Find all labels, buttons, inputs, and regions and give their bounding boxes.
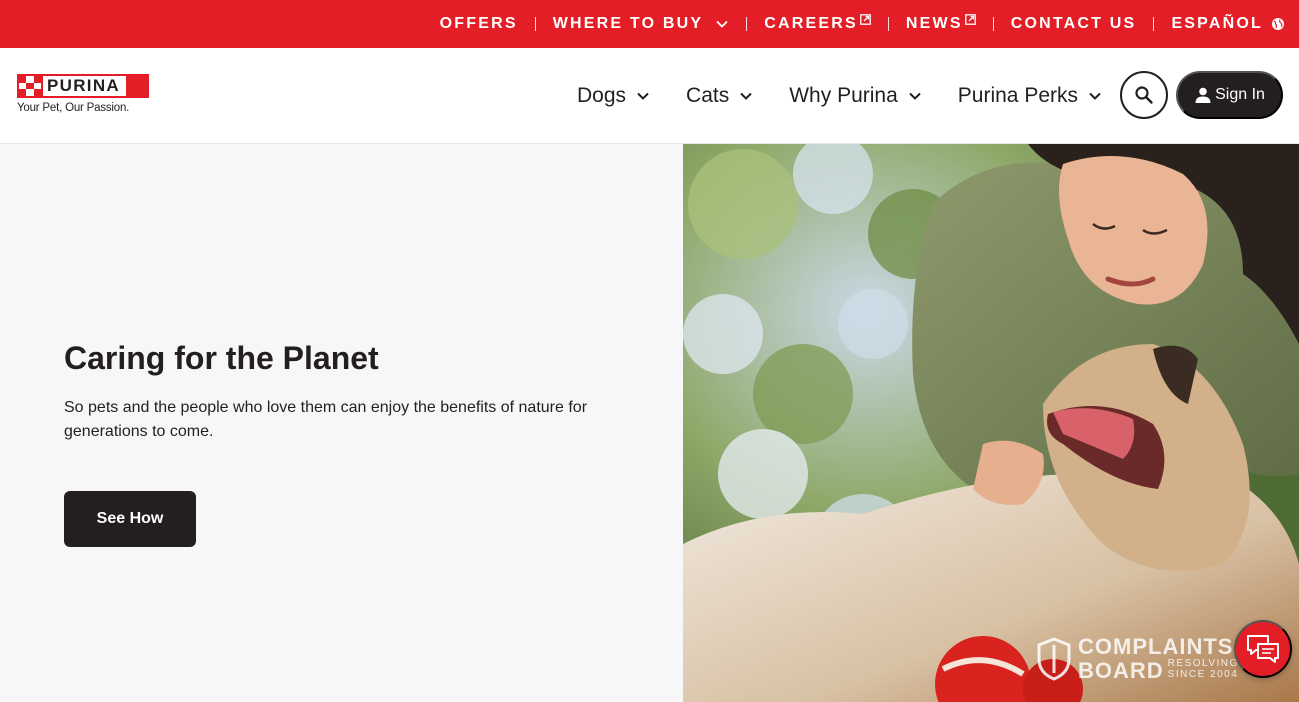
utility-link-label: ESPAÑOL — [1171, 15, 1263, 32]
hero-description: So pets and the people who love them can… — [64, 399, 588, 440]
logo-wordmark: PURINA — [43, 76, 126, 96]
chevron-down-icon — [637, 92, 649, 100]
nav-item-label: Why Purina — [789, 84, 898, 107]
utility-link-label: CONTACT US — [1010, 15, 1137, 32]
divider — [992, 17, 994, 31]
utility-link-label: NEWS — [905, 15, 963, 32]
nav-item-cats[interactable]: Cats — [686, 84, 753, 108]
user-icon — [1195, 87, 1211, 103]
nav-item-dogs[interactable]: Dogs — [577, 84, 650, 108]
watermark-line2: BOARD — [1078, 658, 1164, 683]
watermark-line3a: RESOLVING — [1167, 658, 1239, 669]
chevron-down-icon — [909, 92, 921, 100]
utility-link-espanol[interactable]: ESPAÑOL — [1171, 15, 1285, 33]
nav-item-why-purina[interactable]: Why Purina — [789, 84, 922, 108]
shield-icon — [1037, 637, 1071, 681]
logo-tagline: Your Pet, Our Passion. — [17, 102, 130, 114]
nav-item-purina-perks[interactable]: Purina Perks — [958, 84, 1102, 108]
external-link-icon — [964, 13, 976, 25]
utility-link-offers[interactable]: OFFERS — [440, 15, 518, 33]
utility-link-label: WHERE TO BUY — [552, 15, 704, 32]
utility-link-contact-us[interactable]: CONTACT US — [1011, 15, 1137, 33]
nav-item-label: Cats — [686, 84, 730, 107]
main-nav: Dogs Cats Why Purina Purina Perks — [541, 48, 1102, 144]
chevron-down-icon — [740, 92, 752, 100]
utility-link-label: CAREERS — [764, 15, 858, 32]
complaints-board-watermark: COMPLAINTS BOARD RESOLVING SINCE 2004 — [1036, 636, 1239, 682]
globe-icon — [1272, 18, 1284, 30]
checkerboard-icon — [19, 76, 41, 96]
watermark-line1: COMPLAINTS — [1078, 634, 1234, 659]
divider — [887, 17, 889, 31]
chevron-down-icon — [1089, 92, 1101, 100]
watermark-line3b: SINCE 2004 — [1167, 669, 1239, 680]
nav-item-label: Purina Perks — [957, 84, 1078, 107]
sign-in-label: Sign In — [1215, 86, 1265, 103]
divider — [746, 17, 748, 31]
hero-title: Caring for the Planet — [64, 340, 379, 376]
nav-item-label: Dogs — [577, 84, 627, 107]
see-how-button[interactable]: See How — [64, 491, 196, 547]
utility-link-news[interactable]: NEWS — [905, 13, 976, 33]
utility-link-careers[interactable]: CAREERS — [764, 13, 871, 33]
hero-image — [683, 144, 1299, 702]
logo-box: PURINA — [17, 74, 149, 98]
utility-link-label: OFFERS — [439, 15, 518, 32]
chat-icon — [1247, 635, 1279, 663]
chat-button[interactable] — [1234, 620, 1292, 678]
utility-nav: OFFERS WHERE TO BUY CAREERS NEWS CONTACT… — [440, 0, 1285, 48]
purina-logo[interactable]: PURINA Your Pet, Our Passion. — [17, 74, 149, 120]
sign-in-button[interactable]: Sign In — [1176, 71, 1283, 119]
utility-link-where-to-buy[interactable]: WHERE TO BUY — [553, 15, 730, 33]
utility-bar: OFFERS WHERE TO BUY CAREERS NEWS CONTACT… — [0, 0, 1299, 48]
divider — [534, 17, 536, 31]
chevron-down-icon — [716, 20, 728, 28]
search-icon — [1135, 86, 1153, 104]
external-link-icon — [860, 13, 871, 25]
main-header: PURINA Your Pet, Our Passion. Dogs Cats … — [0, 48, 1299, 144]
hero-content: Caring for the Planet So pets and the pe… — [0, 144, 683, 702]
divider — [1153, 17, 1155, 31]
woman-with-dog-photo — [683, 144, 1299, 702]
search-button[interactable] — [1120, 71, 1168, 119]
